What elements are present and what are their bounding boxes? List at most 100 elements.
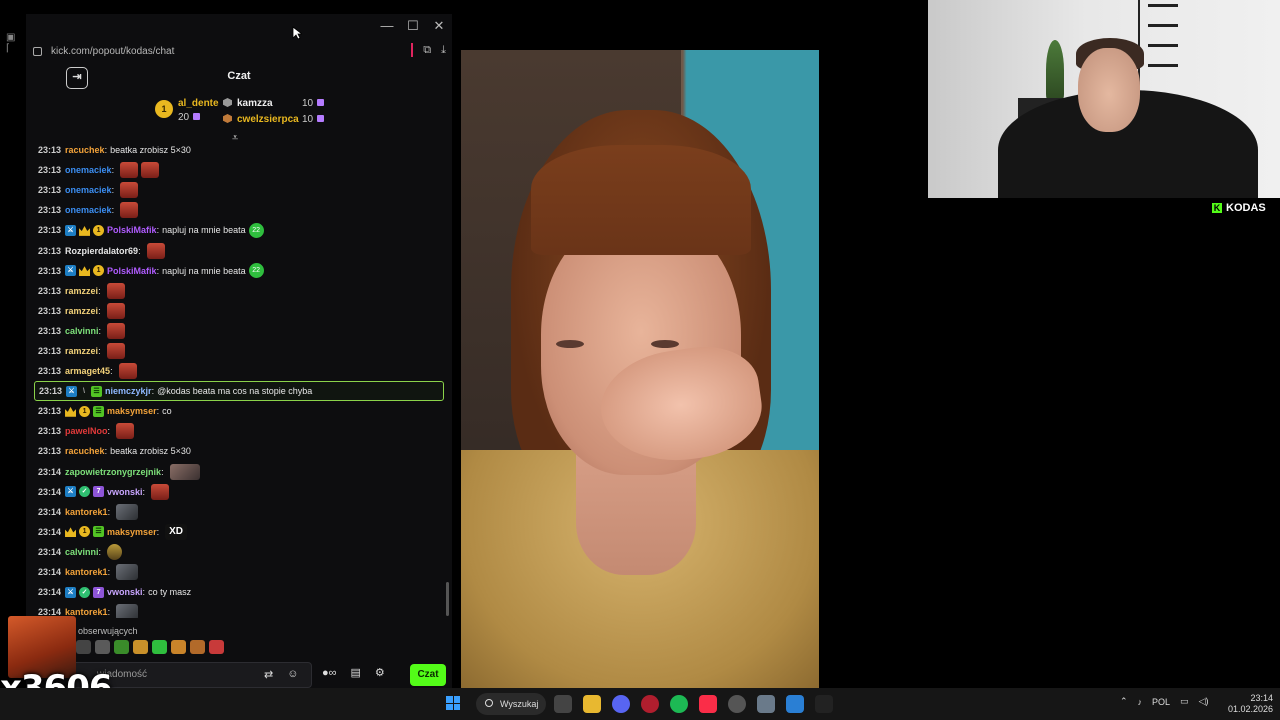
message-username[interactable]: niemczykjr [105, 386, 152, 396]
message-username[interactable]: racuchek [65, 446, 105, 456]
message-username[interactable]: pawelNoo [65, 426, 108, 436]
settings-gear-icon[interactable]: ⚙ [375, 666, 385, 679]
message-username[interactable]: armaget45 [65, 366, 110, 376]
gifter-icon[interactable]: 7 [93, 586, 105, 598]
crown-icon[interactable] [79, 226, 91, 236]
chat-message[interactable]: 23:13 armaget45: [34, 361, 444, 381]
translate-icon[interactable]: ⇄ [264, 668, 273, 681]
emote-icon[interactable] [118, 363, 137, 380]
message-username[interactable]: onemaciek [65, 205, 112, 215]
chat-message[interactable]: 23:14 1 ☰ maksymser: XD [34, 522, 444, 542]
app-icon[interactable] [786, 695, 804, 713]
emote-icon[interactable] [146, 242, 165, 259]
spotify-icon[interactable] [670, 695, 688, 713]
emoji-icon[interactable]: ☺ [287, 668, 298, 681]
close-button[interactable]: ✕ [432, 18, 446, 34]
chat-message[interactable]: 23:13 ramzzei: [34, 301, 444, 321]
crown-icon[interactable] [65, 527, 77, 538]
emote-icon[interactable] [106, 302, 125, 319]
chat-message[interactable]: 23:13 ramzzei: [34, 341, 444, 361]
emote-icon[interactable] [171, 640, 186, 654]
chat-message[interactable]: 23:14 ⚔ ✓ 7 vwonski: [34, 482, 444, 502]
address-bar[interactable]: kick.com/popout/kodas/chat ⧉ ⤓ [26, 40, 452, 62]
chat-message[interactable]: 23:14 zapowietrzonygrzejnik: [34, 462, 444, 482]
moderator-icon[interactable]: ⚔ [65, 586, 77, 598]
message-username[interactable]: racuchek [65, 145, 105, 155]
slash-icon[interactable]: \ [80, 386, 88, 397]
emote-icon[interactable] [116, 423, 135, 440]
message-username[interactable]: vwonski [107, 487, 143, 497]
chat-message[interactable]: 23:13 ⚔ 1 PolskiMafik: napluj na mnie beata 2… [34, 261, 444, 281]
maximize-button[interactable]: ☐ [406, 18, 420, 34]
chat-message[interactable]: 23:13 racuchek: beatka zrobisz 5×30 [34, 441, 444, 461]
chat-message[interactable]: 23:13 calvinni: [34, 321, 444, 341]
minimize-button[interactable]: — [380, 18, 394, 34]
message-username[interactable]: kantorek1 [65, 507, 108, 517]
gift-badge-icon[interactable]: ☰ [91, 385, 103, 397]
message-username[interactable]: vwonski [107, 587, 143, 597]
chat-message[interactable]: 23:13 1 ☰ maksymser: co [34, 401, 444, 421]
message-username[interactable]: maksymser [107, 406, 157, 416]
message-username[interactable]: Rozpierdalator69 [65, 246, 138, 256]
message-username[interactable]: onemaciek [65, 185, 112, 195]
verified-icon[interactable]: ✓ [79, 486, 91, 498]
emote-icon[interactable] [209, 640, 224, 654]
emote-icon[interactable] [106, 282, 125, 299]
subscriber-icon[interactable]: 1 [93, 265, 105, 277]
emote-icon[interactable] [107, 543, 123, 560]
highlighted-chat-message[interactable]: 23:13 ⚔ \ ☰ niemczykjr: @kodas beata ma cos n… [34, 381, 444, 402]
message-username[interactable]: zapowietrzonygrzejnik [65, 467, 161, 477]
emote-icon[interactable]: 22 [248, 263, 264, 279]
message-username[interactable]: PolskiMafik [107, 266, 157, 276]
store-icon[interactable]: ▤ [351, 666, 361, 679]
chat-message[interactable]: 23:14 kantorek1: [34, 602, 444, 618]
extensions-icon[interactable]: ⧉ [423, 44, 431, 57]
moderator-icon[interactable]: ⚔ [65, 486, 77, 498]
gifter-icon[interactable]: 7 [93, 486, 105, 498]
microphone-icon[interactable]: ♪ [1138, 697, 1143, 707]
quick-emote-strip[interactable] [76, 640, 224, 654]
settings-icon[interactable] [757, 695, 775, 713]
kick-app-icon[interactable] [815, 695, 833, 713]
chat-message[interactable]: 23:13 ⚔ 1 PolskiMafik: napluj na mnie beata 2… [34, 220, 444, 240]
gift-badge-icon[interactable]: ☰ [93, 526, 105, 538]
chat-message[interactable]: 23:14 calvinni: [34, 542, 444, 562]
discord-icon[interactable] [612, 695, 630, 713]
channel-points-icon[interactable]: ●∞ [322, 667, 337, 679]
emote-icon[interactable] [169, 463, 200, 480]
taskbar-search[interactable]: Wyszukaj [476, 693, 546, 715]
message-username[interactable]: ramzzei [65, 346, 98, 356]
subscriber-icon[interactable]: 1 [79, 405, 91, 417]
emote-icon[interactable] [120, 202, 139, 219]
chat-message[interactable]: 23:13 onemaciek: [34, 200, 444, 220]
chat-message[interactable]: 23:14 ⚔ ✓ 7 vwonski: co ty masz [34, 582, 444, 602]
network-icon[interactable]: ▭ [1180, 696, 1189, 707]
verified-icon[interactable]: ✓ [79, 586, 91, 598]
tray-overflow-icon[interactable]: ⌃ [1120, 696, 1128, 707]
chat-message-list[interactable]: 23:13 racuchek: beatka zrobisz 5×30 23:13 on… [34, 140, 444, 618]
chat-message[interactable]: 23:13 Rozpierdalator69: [34, 240, 444, 260]
emote-icon[interactable] [152, 640, 167, 654]
task-view-icon[interactable] [554, 695, 572, 713]
emote-icon[interactable] [116, 564, 139, 581]
obs-icon[interactable] [728, 695, 746, 713]
opera-gx-icon[interactable] [641, 695, 659, 713]
subscriber-icon[interactable]: 1 [93, 224, 105, 236]
send-chat-button[interactable]: Czat [410, 664, 446, 686]
subscriber-icon[interactable]: 1 [79, 526, 91, 538]
moderator-icon[interactable]: ⚔ [65, 224, 77, 236]
emote-icon[interactable] [116, 503, 139, 520]
volume-icon[interactable]: ◁) [1199, 696, 1209, 707]
emote-icon[interactable] [120, 162, 139, 179]
emote-icon[interactable]: 22 [248, 222, 264, 238]
gift-leaderboard[interactable]: 1 al_dente 20 kamzza 10 cwelzsierpca 10 … [26, 94, 452, 144]
message-username[interactable]: ramzzei [65, 286, 98, 296]
emote-icon[interactable] [106, 342, 125, 359]
chat-scrollbar[interactable] [446, 582, 449, 616]
file-explorer-icon[interactable] [583, 695, 601, 713]
message-username[interactable]: calvinni [65, 547, 99, 557]
emote-icon[interactable] [116, 604, 139, 618]
chat-message[interactable]: 23:14 kantorek1: [34, 562, 444, 582]
emote-icon[interactable] [133, 640, 148, 654]
download-icon[interactable]: ⤓ [441, 44, 446, 57]
